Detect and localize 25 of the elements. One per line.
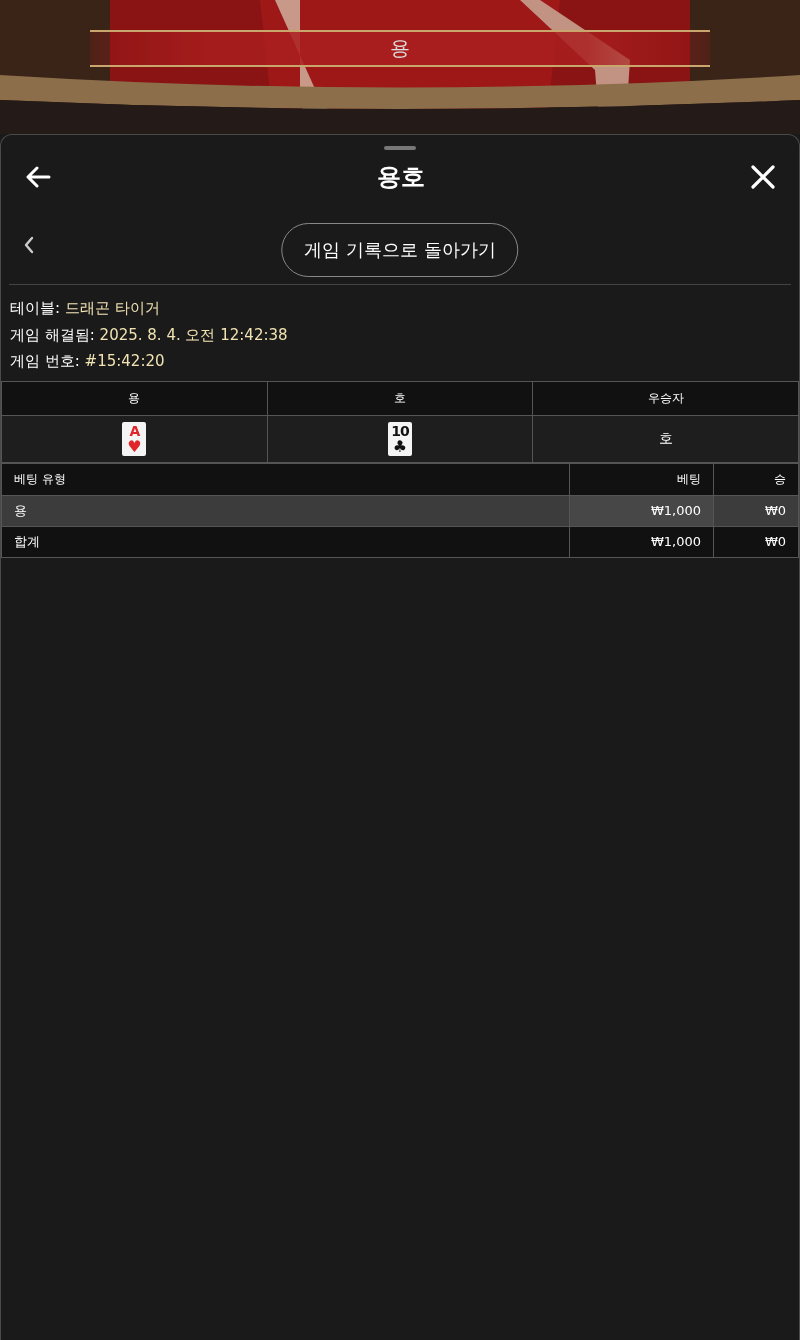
- back-to-history-button[interactable]: 게임 기록으로 돌아가기: [281, 223, 519, 277]
- column-header: 우승자: [532, 381, 799, 415]
- column-header: 베팅 유형: [1, 463, 570, 495]
- detail-line: 게임 번호: #15:42:20: [10, 352, 165, 370]
- column-header: 승: [713, 463, 799, 495]
- playing-card: A ♥: [122, 421, 147, 456]
- detail-line: 테이블: 드래곤 타이거: [10, 299, 160, 317]
- table-cell: ₩0: [713, 526, 799, 557]
- column-header: 베팅: [569, 463, 714, 495]
- result-banner: 용: [90, 30, 710, 67]
- table-cell: 용: [1, 495, 570, 526]
- table-cell: ₩1,000: [569, 495, 714, 526]
- chevron-left-icon[interactable]: [23, 236, 35, 254]
- sheet-title: 용호: [377, 162, 425, 193]
- table-cell: 합계: [1, 526, 570, 557]
- column-header: 용: [1, 381, 268, 415]
- detail-line: 게임 해결됨: 2025. 8. 4. 오전 12:42:38: [10, 325, 288, 344]
- playing-card: 10 ♣: [388, 421, 412, 456]
- table-cell: ₩1,000: [569, 526, 714, 557]
- column-header: 호: [267, 381, 533, 415]
- drag-handle[interactable]: [384, 146, 416, 150]
- table-cell: ₩0: [713, 495, 799, 526]
- close-icon[interactable]: [751, 165, 775, 189]
- winner-cell: 호: [532, 415, 799, 462]
- back-arrow-icon[interactable]: [25, 166, 51, 188]
